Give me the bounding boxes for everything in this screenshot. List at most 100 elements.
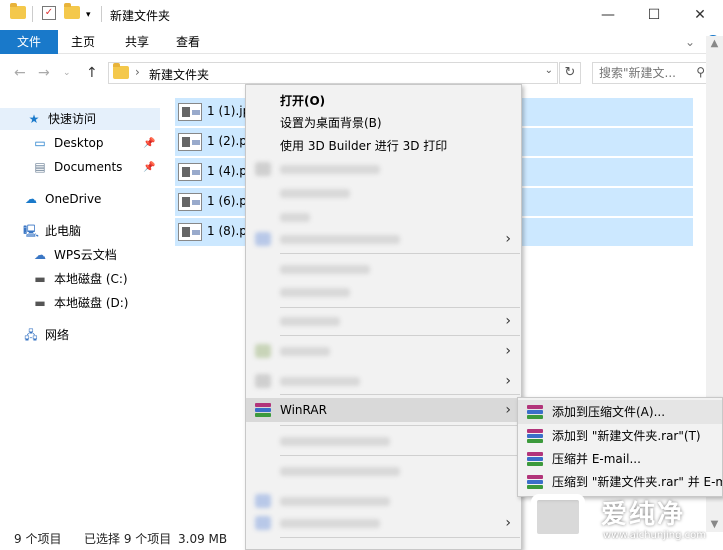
selected-size: 3.09 MB	[178, 532, 228, 546]
menu-separator	[280, 394, 520, 395]
image-thumbnail-icon	[178, 193, 202, 211]
properties-icon[interactable]: ✓	[42, 6, 56, 20]
up-icon[interactable]: ↑	[86, 65, 98, 81]
file-name: 1 (2).p	[207, 134, 247, 148]
nav-item-quick-access[interactable]: ★ 快速访问	[0, 108, 160, 130]
menu-separator	[280, 253, 520, 254]
image-thumbnail-icon	[178, 223, 202, 241]
cloud-icon: ☁	[25, 192, 37, 206]
minimize-button[interactable]: —	[585, 0, 631, 30]
menu-separator	[280, 307, 520, 308]
watermark: 爱纯净 www.aichunjing.com	[523, 490, 723, 550]
desktop-icon: ▭	[34, 136, 46, 150]
pin-icon[interactable]: 📌	[143, 162, 155, 173]
selected-count: 已选择 9 个项目	[84, 532, 172, 546]
navigation-pane: ★ 快速访问 ▭ Desktop 📌 ▤ Documents 📌 ☁ OneDrive …	[0, 102, 160, 522]
winrar-icon	[255, 403, 271, 417]
item-count: 9 个项目	[14, 532, 62, 546]
quick-access-dropdown-icon[interactable]: ▾	[86, 6, 91, 24]
tab-file[interactable]: 文件	[0, 30, 58, 54]
winrar-icon	[527, 452, 543, 466]
nav-item-drive-c[interactable]: ▬ 本地磁盘 (C:)	[32, 268, 127, 290]
computer-icon: 🖳	[23, 224, 40, 238]
winrar-icon	[527, 475, 543, 489]
menu-item-blurred[interactable]	[246, 181, 521, 205]
search-box[interactable]: ⚲	[592, 62, 710, 84]
refresh-button[interactable]: ↻	[559, 62, 581, 84]
menu-item-blurred[interactable]: ›	[246, 227, 521, 251]
drive-icon: ▬	[34, 296, 46, 310]
folder-icon	[10, 3, 26, 24]
submenu-arrow-icon: ›	[505, 402, 511, 418]
menu-item-3d-print[interactable]: 使用 3D Builder 进行 3D 打印	[246, 134, 521, 158]
context-menu: 打开(O) 设置为桌面背景(B) 使用 3D Builder 进行 3D 打印 …	[245, 84, 522, 550]
tab-home[interactable]: 主页	[60, 30, 106, 54]
star-icon: ★	[28, 112, 40, 126]
file-name: 1 (8).p	[207, 224, 247, 238]
tab-view[interactable]: 查看	[165, 30, 211, 54]
nav-item-onedrive[interactable]: ☁ OneDrive	[23, 188, 101, 210]
address-dropdown-icon[interactable]: ⌄	[545, 65, 553, 76]
watermark-title: 爱纯净	[601, 500, 686, 530]
menu-item-winrar[interactable]: WinRAR ›	[246, 398, 521, 422]
drive-icon: ▬	[34, 272, 46, 286]
nav-item-desktop[interactable]: ▭ Desktop	[32, 132, 103, 154]
menu-separator	[280, 335, 520, 336]
new-folder-icon[interactable]	[64, 3, 80, 24]
back-icon[interactable]: ←	[14, 65, 26, 81]
menu-item-blurred[interactable]	[246, 489, 521, 513]
breadcrumb-separator-icon[interactable]: ›	[135, 65, 140, 79]
search-icon[interactable]: ⚲	[696, 65, 705, 79]
image-thumbnail-icon	[178, 163, 202, 181]
divider	[101, 6, 102, 22]
menu-item-set-wallpaper[interactable]: 设置为桌面背景(B)	[246, 111, 521, 135]
network-icon: 🖧	[24, 328, 38, 342]
menu-item-blurred[interactable]	[246, 280, 521, 304]
menu-item-blurred[interactable]: ›	[246, 309, 521, 333]
menu-item-blurred[interactable]: ›	[246, 369, 521, 393]
image-thumbnail-icon	[178, 103, 202, 121]
menu-separator	[280, 537, 520, 538]
documents-icon: ▤	[34, 160, 46, 174]
title-bar: ✓ ▾ 新建文件夹 — ☐ ✕	[0, 0, 723, 30]
recent-dropdown-icon[interactable]: ⌄	[63, 68, 71, 78]
ribbon-collapse-icon[interactable]: ⌄	[682, 30, 698, 54]
blurred-icon	[255, 232, 271, 246]
image-thumbnail-icon	[178, 133, 202, 151]
nav-item-drive-d[interactable]: ▬ 本地磁盘 (D:)	[32, 292, 128, 314]
pin-icon[interactable]: 📌	[143, 138, 155, 149]
scroll-up-icon[interactable]: ▲	[706, 38, 723, 49]
blurred-icon	[255, 494, 271, 508]
menu-item-blurred[interactable]	[246, 429, 521, 453]
menu-item-blurred[interactable]	[246, 157, 521, 181]
nav-item-this-pc[interactable]: 🖳 此电脑	[23, 220, 81, 242]
menu-item-blurred[interactable]: ›	[246, 339, 521, 363]
blurred-icon	[255, 374, 271, 388]
menu-item-add-to-archive[interactable]: 添加到压缩文件(A)...	[518, 400, 722, 424]
submenu-arrow-icon: ›	[505, 373, 511, 389]
submenu-arrow-icon: ›	[505, 313, 511, 329]
blurred-icon	[255, 344, 271, 358]
divider	[32, 6, 33, 22]
folder-icon	[113, 63, 129, 82]
menu-item-blurred[interactable]	[246, 205, 521, 229]
tab-share[interactable]: 共享	[114, 30, 160, 54]
submenu-arrow-icon: ›	[505, 231, 511, 247]
close-button[interactable]: ✕	[677, 0, 723, 30]
nav-item-network[interactable]: 🖧 网络	[23, 324, 69, 346]
menu-item-compress-email[interactable]: 压缩并 E-mail...	[518, 447, 722, 471]
menu-item-open[interactable]: 打开(O)	[246, 89, 521, 113]
breadcrumb-current[interactable]: 新建文件夹	[149, 66, 209, 83]
nav-item-wps-cloud[interactable]: ☁ WPS云文档	[32, 244, 117, 266]
maximize-button[interactable]: ☐	[631, 0, 677, 30]
menu-item-blurred[interactable]: ›	[246, 511, 521, 535]
search-input[interactable]	[593, 63, 687, 83]
menu-item-blurred[interactable]	[246, 459, 521, 483]
forward-icon[interactable]: →	[38, 65, 50, 81]
menu-item-add-to-named-rar[interactable]: 添加到 "新建文件夹.rar"(T)	[518, 424, 722, 448]
watermark-url: www.aichunjing.com	[603, 530, 706, 541]
submenu-arrow-icon: ›	[505, 515, 511, 531]
address-bar[interactable]: › 新建文件夹 ⌄	[108, 62, 558, 84]
nav-item-documents[interactable]: ▤ Documents	[32, 156, 122, 178]
menu-item-blurred[interactable]	[246, 257, 521, 281]
